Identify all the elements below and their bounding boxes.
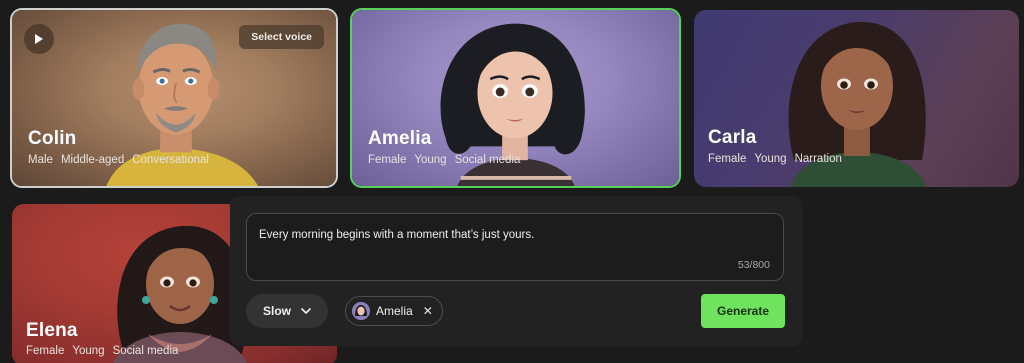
voice-tag: Conversational — [132, 154, 209, 166]
voice-tag: Female — [708, 153, 747, 165]
voice-name: Elena — [26, 320, 78, 341]
voice-name: Amelia — [368, 128, 432, 149]
voice-name: Carla — [708, 127, 757, 148]
speed-dropdown[interactable]: Slow — [246, 294, 328, 328]
voice-tag: Male — [28, 154, 53, 166]
character-count: 53/800 — [737, 259, 770, 271]
voice-tag: Female — [368, 154, 407, 166]
close-icon[interactable]: ✕ — [423, 305, 433, 317]
voice-tags: Female Young Narration — [708, 153, 842, 165]
speed-selected-value: Slow — [263, 304, 292, 318]
select-voice-button[interactable]: Select voice — [239, 25, 324, 49]
script-text: Every morning begins with a moment that’… — [259, 229, 535, 241]
play-button[interactable] — [24, 24, 54, 54]
voice-tag: Social media — [454, 154, 521, 166]
voice-chip-avatar — [352, 302, 370, 320]
voice-picker-screen: Select voice Colin Male Middle-aged Conv… — [0, 0, 1024, 363]
voice-chip-label: Amelia — [376, 304, 413, 318]
generate-button[interactable]: Generate — [701, 294, 785, 328]
voice-tag: Female — [26, 345, 65, 357]
voice-tag: Social media — [112, 345, 179, 357]
voice-tag: Young — [754, 153, 787, 165]
voice-tags: Female Young Social media — [368, 154, 520, 166]
voice-card-colin[interactable]: Select voice Colin Male Middle-aged Conv… — [10, 8, 338, 188]
voice-tag: Narration — [794, 153, 842, 165]
script-textarea[interactable]: Every morning begins with a moment that’… — [246, 213, 784, 281]
chevron-down-icon — [301, 308, 311, 314]
text-to-speech-composer: Every morning begins with a moment that’… — [230, 196, 802, 346]
voice-tag: Young — [72, 345, 105, 357]
voice-tag: Young — [414, 154, 447, 166]
voice-card-amelia[interactable]: Amelia Female Young Social media — [350, 8, 681, 188]
voice-name: Colin — [28, 128, 77, 149]
voice-tags: Female Young Social media — [26, 345, 178, 357]
selected-voice-chip[interactable]: Amelia ✕ — [345, 296, 443, 326]
voice-tag: Middle-aged — [60, 154, 125, 166]
voice-tags: Male Middle-aged Conversational — [28, 154, 209, 166]
play-icon — [35, 34, 43, 44]
voice-card-carla[interactable]: Carla Female Young Narration — [694, 10, 1019, 187]
